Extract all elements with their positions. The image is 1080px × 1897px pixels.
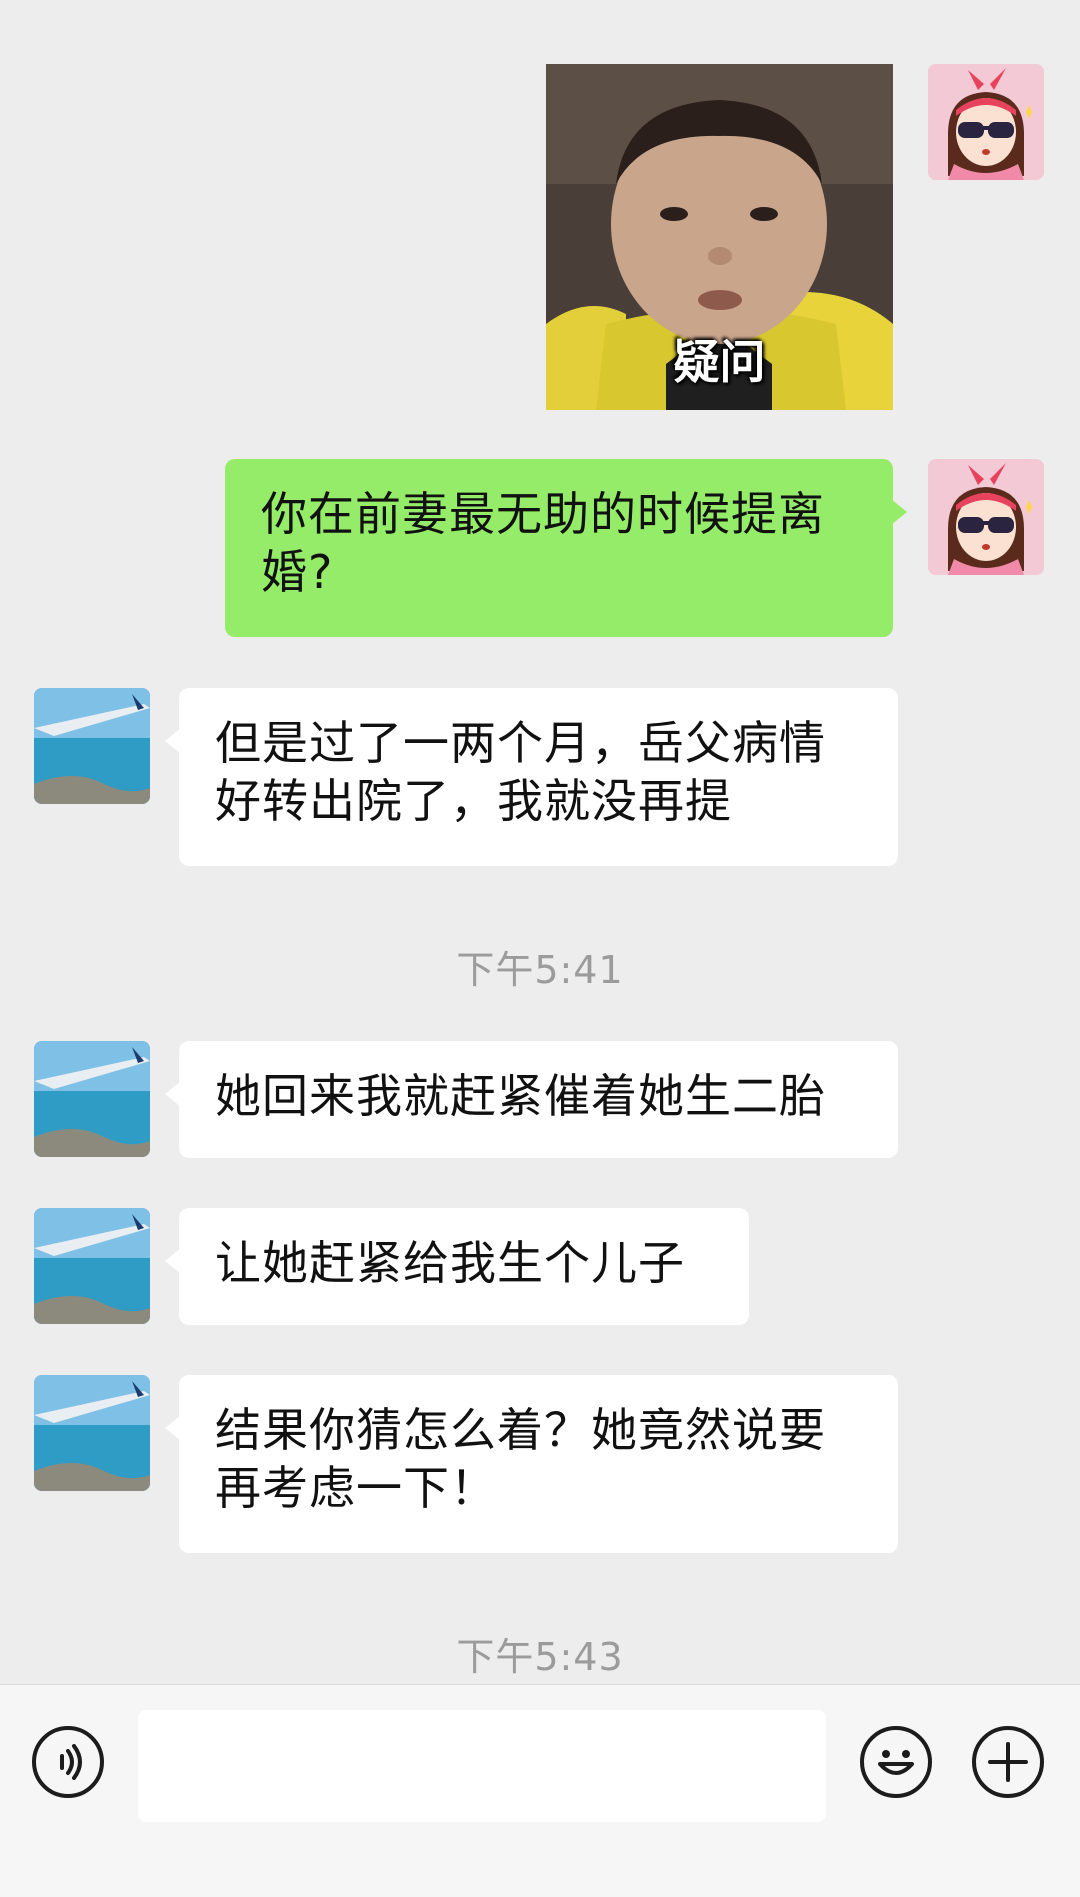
- message-bubble[interactable]: 你在前妻最无助的时候提离 婚?: [225, 459, 907, 637]
- message-text-line: 结果你猜怎么着？她竟然说要: [215, 1403, 826, 1457]
- voice-button[interactable]: [32, 1726, 104, 1798]
- chat-area: 疑问 你在前妻最无助的时候提离 婚? 但是过了一两个月，岳父病情 好转出院了，我…: [0, 0, 1080, 1684]
- smiley-icon: [878, 1750, 914, 1775]
- plus-icon: [988, 1742, 1028, 1782]
- message-text-line: 你在前妻最无助的时候提离: [261, 487, 825, 541]
- message-text-line: 好转出院了，我就没再提: [215, 774, 732, 828]
- contact-avatar[interactable]: [34, 688, 150, 804]
- timestamp: 下午5:43: [456, 1635, 624, 1679]
- message-bubble[interactable]: 结果你猜怎么着？她竟然说要 再考虑一下！: [165, 1375, 898, 1553]
- airplane-window-avatar-icon: [34, 688, 150, 804]
- airplane-window-avatar-icon: [34, 1375, 150, 1491]
- emoji-button[interactable]: [860, 1726, 932, 1798]
- contact-avatar[interactable]: [34, 1208, 150, 1324]
- voice-icon: [60, 1744, 82, 1780]
- airplane-window-avatar-icon: [34, 1041, 150, 1157]
- timestamp: 下午5:41: [456, 948, 624, 992]
- contact-avatar[interactable]: [34, 1375, 150, 1491]
- message-text-line: 但是过了一两个月，岳父病情: [215, 716, 826, 770]
- message-text-line: 再考虑一下！: [215, 1461, 497, 1515]
- airplane-window-avatar-icon: [34, 1208, 150, 1324]
- message-bubble[interactable]: 她回来我就赶紧催着她生二胎: [165, 1041, 898, 1158]
- message-text-line: 婚?: [261, 545, 334, 599]
- cartoon-girl-avatar-icon: [928, 459, 1044, 575]
- message-input[interactable]: [138, 1710, 826, 1822]
- message-bubble[interactable]: 但是过了一两个月，岳父病情 好转出院了，我就没再提: [165, 688, 898, 866]
- cartoon-girl-avatar-icon: [928, 64, 1044, 180]
- my-avatar[interactable]: [928, 459, 1044, 575]
- my-avatar[interactable]: [928, 64, 1044, 180]
- contact-avatar[interactable]: [34, 1041, 150, 1157]
- more-button[interactable]: [972, 1726, 1044, 1798]
- sticker-caption: 疑问: [673, 335, 766, 389]
- message-text-line: 让她赶紧给我生个儿子: [215, 1236, 685, 1290]
- message-text-line: 她回来我就赶紧催着她生二胎: [215, 1069, 826, 1123]
- message-bubble[interactable]: 让她赶紧给我生个儿子: [165, 1208, 749, 1325]
- sticker-image[interactable]: 疑问: [546, 64, 893, 410]
